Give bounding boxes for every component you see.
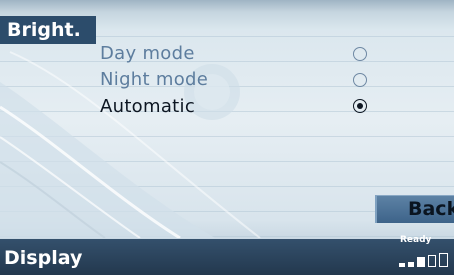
menu-title-tab[interactable]: Bright. (0, 16, 96, 44)
option-night-mode-label: Night mode (100, 69, 209, 90)
back-button-label: Back (408, 198, 454, 220)
menu-title-label: Bright. (7, 19, 81, 41)
option-day-mode-label: Day mode (100, 43, 195, 64)
top-band (0, 0, 454, 12)
radio-unselected-icon[interactable] (353, 47, 367, 61)
signal-strength-icon (399, 253, 454, 267)
status-bar: Display (0, 239, 454, 275)
radio-unselected-icon[interactable] (353, 73, 367, 87)
display-brightness-screen: Bright. Day mode Night mode Automatic Ba… (0, 0, 454, 275)
status-ready-label: Ready (400, 235, 432, 245)
option-automatic-label: Automatic (100, 96, 196, 117)
status-title: Display (4, 247, 83, 269)
back-button[interactable]: Back (375, 195, 454, 223)
radio-selected-icon[interactable] (353, 99, 367, 113)
